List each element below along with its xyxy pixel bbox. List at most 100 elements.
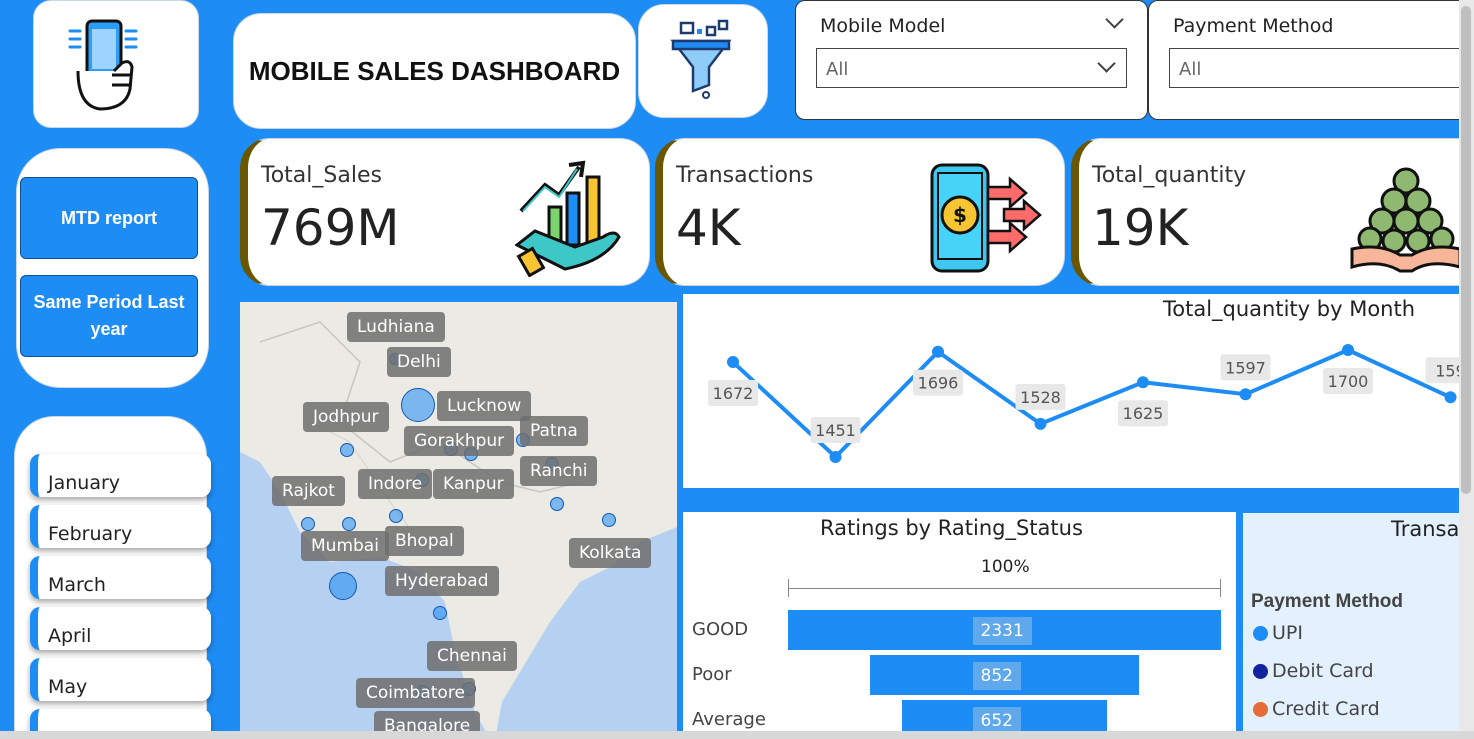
data-point[interactable] — [1342, 344, 1354, 356]
month-label: May — [48, 676, 88, 698]
sales-growth-icon — [515, 160, 621, 277]
kpi-transactions: Transactions 4K $ — [655, 138, 1065, 286]
slicer-label-mobile-model: Mobile Model — [820, 15, 946, 37]
legend-item-credit-card[interactable]: Credit Card — [1253, 698, 1380, 720]
map-label-chennai: Chennai — [427, 641, 517, 671]
data-point[interactable] — [1239, 388, 1252, 401]
map-label-rajkot: Rajkot — [272, 476, 345, 506]
data-point[interactable] — [1034, 417, 1047, 430]
data-label: 1672 — [713, 384, 754, 403]
vertical-scrollbar[interactable] — [1459, 0, 1474, 739]
data-label: 1451 — [815, 421, 856, 440]
legend-dot-icon — [1253, 625, 1268, 641]
kpi-value: 769M — [261, 199, 400, 257]
title-card: MOBILE SALES DASHBOARD — [233, 13, 636, 129]
slicer-label-payment-method: Payment Method — [1173, 15, 1334, 37]
map-label-hyderabad: Hyderabad — [385, 566, 499, 596]
map-bubble[interactable] — [301, 517, 315, 531]
map-bubble[interactable] — [340, 443, 354, 457]
data-label: 1696 — [918, 374, 959, 393]
ratings-chart[interactable]: Ratings by Rating_Status 100% GOOD 2331 Po… — [683, 512, 1236, 739]
month-label: April — [48, 625, 92, 647]
map-bubble[interactable] — [433, 606, 447, 620]
sales-map[interactable]: Ludhiana Delhi Jodhpur Lucknow Gorakhpur… — [240, 302, 677, 739]
page-title: MOBILE SALES DASHBOARD — [248, 56, 621, 86]
map-bubble[interactable] — [329, 572, 357, 600]
kpi-total-sales: Total_Sales 769M — [240, 138, 650, 286]
transactions-by-payment-panel[interactable]: Transa Payment Method UPI Debit Card Cre… — [1243, 513, 1474, 739]
map-bubble[interactable] — [401, 388, 435, 422]
data-label: 1625 — [1123, 404, 1164, 423]
chart-title: Ratings by Rating_Status — [820, 516, 1083, 540]
data-label: 1528 — [1020, 388, 1061, 407]
map-label-kanpur: Kanpur — [433, 469, 514, 499]
kpi-label: Transactions — [676, 163, 814, 188]
map-label-lucknow: Lucknow — [437, 391, 532, 421]
kpi-total-quantity: Total_quantity 19K — [1071, 138, 1474, 286]
mobile-payment-icon: $ — [930, 163, 1042, 273]
kpi-value: 4K — [676, 199, 741, 257]
kpi-label: Total_quantity — [1092, 163, 1247, 188]
horizontal-scrollbar[interactable] — [0, 731, 1474, 739]
month-item-march[interactable]: March — [30, 556, 211, 599]
legend-item-upi[interactable]: UPI — [1253, 622, 1303, 644]
data-point[interactable] — [727, 356, 739, 369]
mobile-model-slicer[interactable]: Mobile Model All — [795, 0, 1148, 120]
map-label-gorakhpur: Gorakhpur — [404, 426, 515, 456]
legend-title: Payment Method — [1251, 591, 1404, 612]
map-label-ludhiana: Ludhiana — [347, 312, 445, 342]
kpi-value: 19K — [1092, 199, 1189, 257]
month-item-may[interactable]: May — [30, 658, 211, 701]
same-period-last-year-button[interactable]: Same Period Last year — [20, 275, 198, 357]
map-label-patna: Patna — [520, 416, 588, 446]
map-bubble[interactable] — [342, 517, 356, 531]
legend-item-debit-card[interactable]: Debit Card — [1253, 660, 1374, 682]
percent-axis-tick — [788, 579, 789, 597]
chevron-down-icon — [1097, 54, 1116, 73]
mtd-report-button[interactable]: MTD report — [20, 177, 198, 259]
month-item-february[interactable]: February — [30, 505, 211, 548]
bar-category-label: Average — [692, 709, 766, 730]
bar-category-label: GOOD — [692, 619, 749, 640]
mobile-model-dropdown[interactable]: All — [816, 48, 1127, 88]
payment-method-slicer[interactable]: Payment Method All — [1148, 0, 1474, 120]
bar-value-label: 852 — [972, 662, 1021, 690]
bar-category-label: Poor — [692, 664, 732, 685]
phone-hand-icon — [68, 19, 138, 111]
data-point[interactable] — [1137, 376, 1149, 389]
month-item-april[interactable]: April — [30, 607, 211, 650]
quantity-by-month-chart[interactable]: Total_quantity by Month 1672 1451 1696 1528… — [683, 294, 1474, 488]
map-label-delhi: Delhi — [387, 347, 451, 377]
data-point[interactable] — [932, 345, 944, 358]
month-label: February — [48, 523, 133, 545]
chevron-down-icon[interactable] — [1105, 10, 1124, 29]
scrollbar-thumb[interactable] — [1461, 6, 1471, 494]
coins-hand-icon — [1350, 167, 1462, 273]
map-label-kolkata: Kolkata — [569, 538, 652, 568]
data-point[interactable] — [829, 451, 842, 463]
legend-label: Debit Card — [1272, 660, 1374, 682]
map-label-ranchi: Ranchi — [520, 456, 598, 486]
map-label-bhopal: Bhopal — [385, 526, 464, 556]
map-label-jodhpur: Jodhpur — [303, 402, 389, 432]
legend-label: UPI — [1272, 622, 1303, 644]
map-bubble[interactable] — [602, 513, 616, 527]
data-point[interactable] — [1444, 391, 1457, 404]
logo-card — [33, 0, 199, 128]
percent-label: 100% — [981, 557, 1030, 577]
payment-method-dropdown[interactable]: All — [1169, 48, 1474, 88]
map-bubble[interactable] — [389, 509, 403, 523]
mobile-model-value: All — [826, 59, 849, 80]
map-label-coimbatore: Coimbatore — [356, 678, 475, 708]
legend-label: Credit Card — [1272, 698, 1380, 720]
legend-dot-icon — [1253, 701, 1268, 717]
month-label: March — [48, 574, 106, 596]
map-bubble[interactable] — [550, 497, 564, 511]
data-label: 1597 — [1225, 358, 1266, 377]
filter-card[interactable] — [638, 4, 768, 118]
month-item-january[interactable]: January — [30, 454, 211, 497]
chart-title: Transa — [1391, 517, 1460, 541]
map-label-indore: Indore — [358, 469, 433, 499]
line-chart-svg: 1672145116961528162515971700159 — [708, 344, 1474, 463]
percent-axis-tick — [1220, 579, 1221, 597]
